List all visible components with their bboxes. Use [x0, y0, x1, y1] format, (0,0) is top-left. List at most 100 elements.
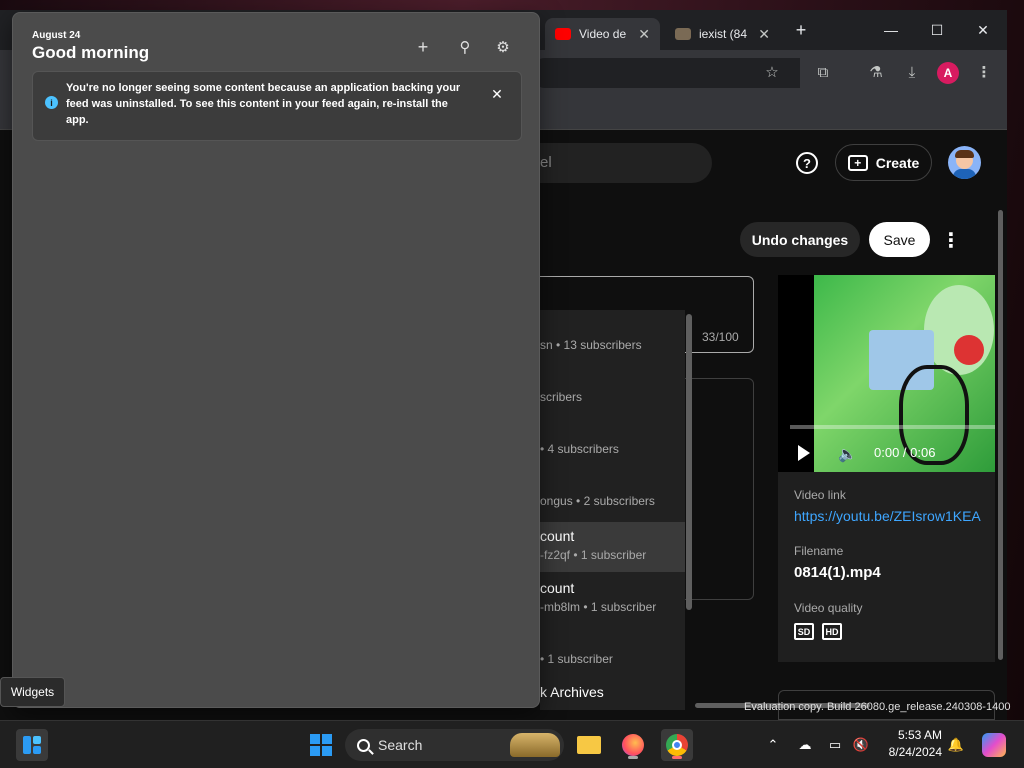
- tab-close-icon[interactable]: ✕: [638, 26, 650, 43]
- create-button[interactable]: + Create: [835, 144, 932, 181]
- page-scrollbar[interactable]: [998, 210, 1003, 660]
- video-preview-player[interactable]: 🔈 0:00 / 0:06: [778, 275, 995, 472]
- evaluation-watermark: Evaluation copy. Build 26080.ge_release.…: [744, 701, 1011, 713]
- page-favicon-icon: [675, 28, 691, 40]
- tab-title: Video de: [579, 27, 627, 41]
- chrome-button[interactable]: [661, 729, 693, 761]
- firefox-icon: [622, 734, 644, 756]
- download-icon[interactable]: ⤓: [902, 62, 922, 82]
- tab-video-details[interactable]: Video de ✕: [545, 18, 660, 50]
- more-options-icon[interactable]: ⋮: [941, 229, 961, 252]
- list-item[interactable]: k Archives: [540, 684, 685, 700]
- chevron-up-icon[interactable]: ⌃: [764, 736, 782, 754]
- minimize-button[interactable]: —: [879, 18, 903, 42]
- video-time: 0:00 / 0:06: [874, 445, 936, 460]
- video-link[interactable]: https://youtu.be/ZEIsrow1KEA: [794, 508, 981, 524]
- taskbar: Search ⌃ ☁ ▭ 🔇 5:53 AM 8/24/2024 🔔: [0, 720, 1024, 768]
- tab-close-icon[interactable]: ✕: [758, 26, 770, 43]
- clock-date: 8/24/2024: [888, 745, 942, 759]
- create-label: Create: [875, 154, 920, 171]
- channel-subscribers: ongus • 2 subscribers: [540, 494, 655, 508]
- channel-subscribers: • 1 subscriber: [540, 652, 613, 666]
- filename-label: Filename: [794, 544, 844, 558]
- list-item[interactable]: count -mb8lm • 1 subscriber: [540, 580, 685, 614]
- windows-logo-icon: [310, 734, 332, 756]
- firefox-button[interactable]: [617, 729, 649, 761]
- video-link-label: Video link: [794, 488, 846, 502]
- list-item[interactable]: count -fz2qf • 1 subscriber: [540, 522, 685, 572]
- browser-menu-icon[interactable]: ⋮: [974, 62, 994, 82]
- video-quality-label: Video quality: [794, 601, 863, 615]
- start-button[interactable]: [305, 729, 337, 761]
- channel-name: count: [540, 580, 575, 596]
- search-label: Search: [378, 737, 423, 753]
- save-button[interactable]: Save: [869, 222, 930, 257]
- channel-name: k Archives: [540, 684, 604, 700]
- network-icon[interactable]: ▭: [826, 736, 844, 754]
- tab-iexist[interactable]: iexist (84 ✕: [665, 18, 780, 50]
- help-icon[interactable]: ?: [796, 152, 818, 174]
- widgets-icon: [23, 736, 41, 754]
- list-item[interactable]: ongus • 2 subscribers: [540, 494, 685, 508]
- channel-avatar[interactable]: [948, 146, 981, 179]
- notice-text: You're no longer seeing some content bec…: [66, 82, 461, 126]
- channel-subscribers: sn • 13 subscribers: [540, 338, 642, 352]
- extensions-icon[interactable]: ⧉: [813, 62, 833, 82]
- clock-time: 5:53 AM: [897, 728, 942, 742]
- address-bar[interactable]: [530, 58, 800, 88]
- youtube-favicon-icon: [555, 28, 571, 40]
- new-tab-button[interactable]: +: [789, 18, 813, 42]
- maximize-button[interactable]: ☐: [925, 18, 949, 42]
- tab-title: iexist (84: [699, 27, 748, 41]
- widgets-tooltip: Widgets: [0, 677, 65, 707]
- feed-notice-card: i You're no longer seeing some content b…: [32, 71, 522, 141]
- channel-name: count: [540, 528, 575, 544]
- notification-bell-icon[interactable]: 🔔: [947, 736, 965, 754]
- add-widget-icon[interactable]: +: [413, 37, 433, 57]
- list-item[interactable]: scribers: [540, 390, 685, 404]
- channel-subscribers: -fz2qf • 1 subscriber: [540, 548, 647, 562]
- onedrive-cloud-icon[interactable]: ☁: [796, 736, 814, 754]
- play-icon[interactable]: [798, 445, 810, 461]
- widgets-date: August 24: [32, 30, 81, 41]
- list-item[interactable]: • 4 subscribers: [540, 442, 685, 456]
- undo-changes-button[interactable]: Undo changes: [740, 222, 860, 257]
- search-highlight-art: [510, 733, 560, 757]
- widgets-greeting: Good morning: [32, 43, 150, 62]
- list-item[interactable]: sn • 13 subscribers: [540, 338, 685, 352]
- taskbar-search[interactable]: Search: [345, 729, 564, 761]
- widgets-panel: August 24 Good morning + ⚲ ⚙ i You're no…: [12, 12, 540, 708]
- copilot-icon[interactable]: [982, 733, 1006, 757]
- pin-icon[interactable]: ⚲: [455, 37, 475, 57]
- volume-icon[interactable]: 🔇: [852, 736, 870, 754]
- info-icon: i: [45, 96, 58, 109]
- widgets-button[interactable]: [16, 729, 48, 761]
- list-scrollbar[interactable]: [686, 314, 692, 610]
- labs-flask-icon[interactable]: ⚗: [866, 62, 886, 82]
- video-info-panel: Video link https://youtu.be/ZEIsrow1KEA …: [778, 472, 995, 662]
- channel-subscribers: • 4 subscribers: [540, 442, 619, 456]
- quality-badges: SD HD: [794, 623, 979, 640]
- filename-value: 0814(1).mp4: [794, 564, 881, 581]
- bookmark-star-icon[interactable]: ☆: [762, 62, 782, 82]
- sd-badge-icon: SD: [794, 623, 814, 640]
- list-item[interactable]: • 1 subscriber: [540, 652, 685, 666]
- channel-dropdown-list: sn • 13 subscribers scribers • 4 subscri…: [540, 310, 685, 710]
- chrome-icon: [666, 734, 688, 756]
- folder-icon: [577, 736, 601, 754]
- create-video-icon: +: [847, 154, 868, 171]
- studio-search-input[interactable]: el: [520, 143, 712, 183]
- video-progress-bar[interactable]: [790, 425, 995, 429]
- search-icon: [357, 738, 370, 752]
- video-thumbnail: [814, 275, 995, 472]
- system-clock[interactable]: 5:53 AM 8/24/2024: [882, 727, 942, 761]
- close-window-button[interactable]: ✕: [971, 18, 995, 42]
- hd-badge-icon: HD: [822, 623, 842, 640]
- channel-subscribers: scribers: [540, 390, 583, 404]
- close-icon[interactable]: ✕: [487, 84, 507, 104]
- file-explorer-button[interactable]: [573, 729, 605, 761]
- channel-subscribers: -mb8lm • 1 subscriber: [540, 600, 657, 614]
- volume-icon[interactable]: 🔈: [838, 445, 857, 463]
- settings-gear-icon[interactable]: ⚙: [493, 37, 513, 57]
- profile-avatar[interactable]: A: [937, 62, 959, 84]
